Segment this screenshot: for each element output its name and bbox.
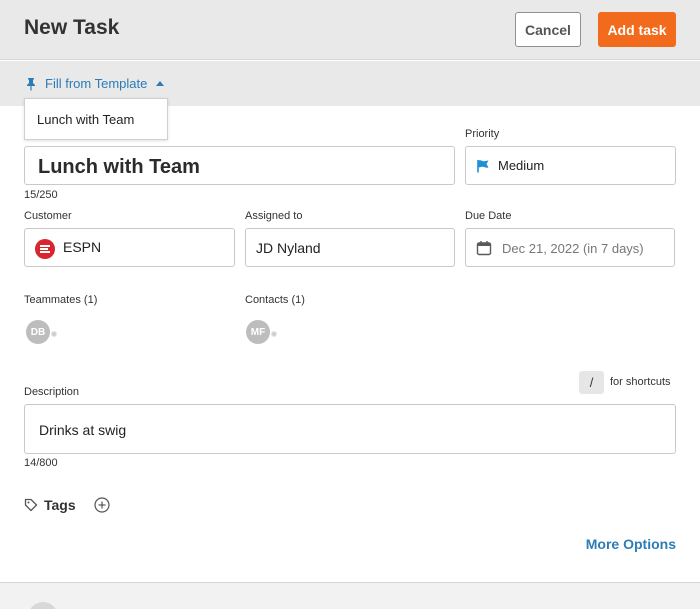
template-dropdown: Lunch with Team — [24, 98, 168, 140]
tags-label: Tags — [44, 497, 76, 513]
due-date-field[interactable]: Dec 21, 2022 (in 7 days) — [465, 228, 675, 267]
due-date-label: Due Date — [465, 210, 512, 222]
teammate-status-dot — [51, 331, 57, 337]
description-value: Drinks at swig — [39, 422, 127, 438]
more-options-link[interactable]: More Options — [586, 536, 676, 552]
header: New Task Cancel Add task — [0, 0, 700, 60]
customer-label: Customer — [24, 210, 72, 222]
assigned-value: JD Nyland — [256, 240, 321, 256]
due-date-value: Dec 21, 2022 (in 7 days) — [502, 241, 644, 256]
cancel-button[interactable]: Cancel — [515, 12, 581, 47]
contacts-label: Contacts (1) — [245, 294, 305, 306]
assigned-label: Assigned to — [245, 210, 303, 222]
customer-field[interactable]: ESPN — [24, 228, 235, 267]
tag-icon — [24, 498, 38, 512]
teammates-label: Teammates (1) — [24, 294, 98, 306]
contact-avatar[interactable]: MF — [246, 320, 270, 344]
priority-value: Medium — [498, 158, 545, 173]
title-counter: 15/250 — [24, 189, 58, 201]
flag-icon — [477, 160, 489, 173]
shortcut-hint: for shortcuts — [610, 376, 671, 388]
add-task-button[interactable]: Add task — [598, 12, 676, 47]
calendar-icon — [476, 241, 492, 256]
assigned-to-field[interactable]: JD Nyland — [245, 228, 455, 267]
tags-row: Tags — [24, 497, 110, 513]
contact-status-dot — [271, 331, 277, 337]
description-field[interactable]: Drinks at swig — [24, 404, 676, 454]
priority-label: Priority — [465, 128, 500, 140]
description-counter: 14/800 — [24, 457, 58, 469]
caret-up-icon — [156, 81, 165, 86]
add-tag-icon[interactable] — [94, 497, 110, 513]
task-title-value: Lunch with Team — [38, 156, 200, 178]
shortcut-key: / — [579, 371, 604, 394]
footer-avatar — [28, 602, 58, 609]
footer — [0, 582, 700, 609]
fill-from-template-label: Fill from Template — [45, 76, 148, 91]
customer-value: ESPN — [63, 239, 102, 255]
template-option[interactable]: Lunch with Team — [37, 112, 134, 127]
teammate-avatar[interactable]: DB — [26, 320, 50, 344]
description-label: Description — [24, 386, 80, 398]
page-title: New Task — [24, 16, 120, 39]
espn-logo-icon — [35, 239, 55, 259]
task-title-field[interactable]: Lunch with Team — [24, 146, 455, 185]
priority-select[interactable]: Medium — [465, 146, 676, 185]
fill-from-template-toggle[interactable]: Fill from Template — [24, 76, 165, 91]
pin-icon — [27, 77, 35, 90]
